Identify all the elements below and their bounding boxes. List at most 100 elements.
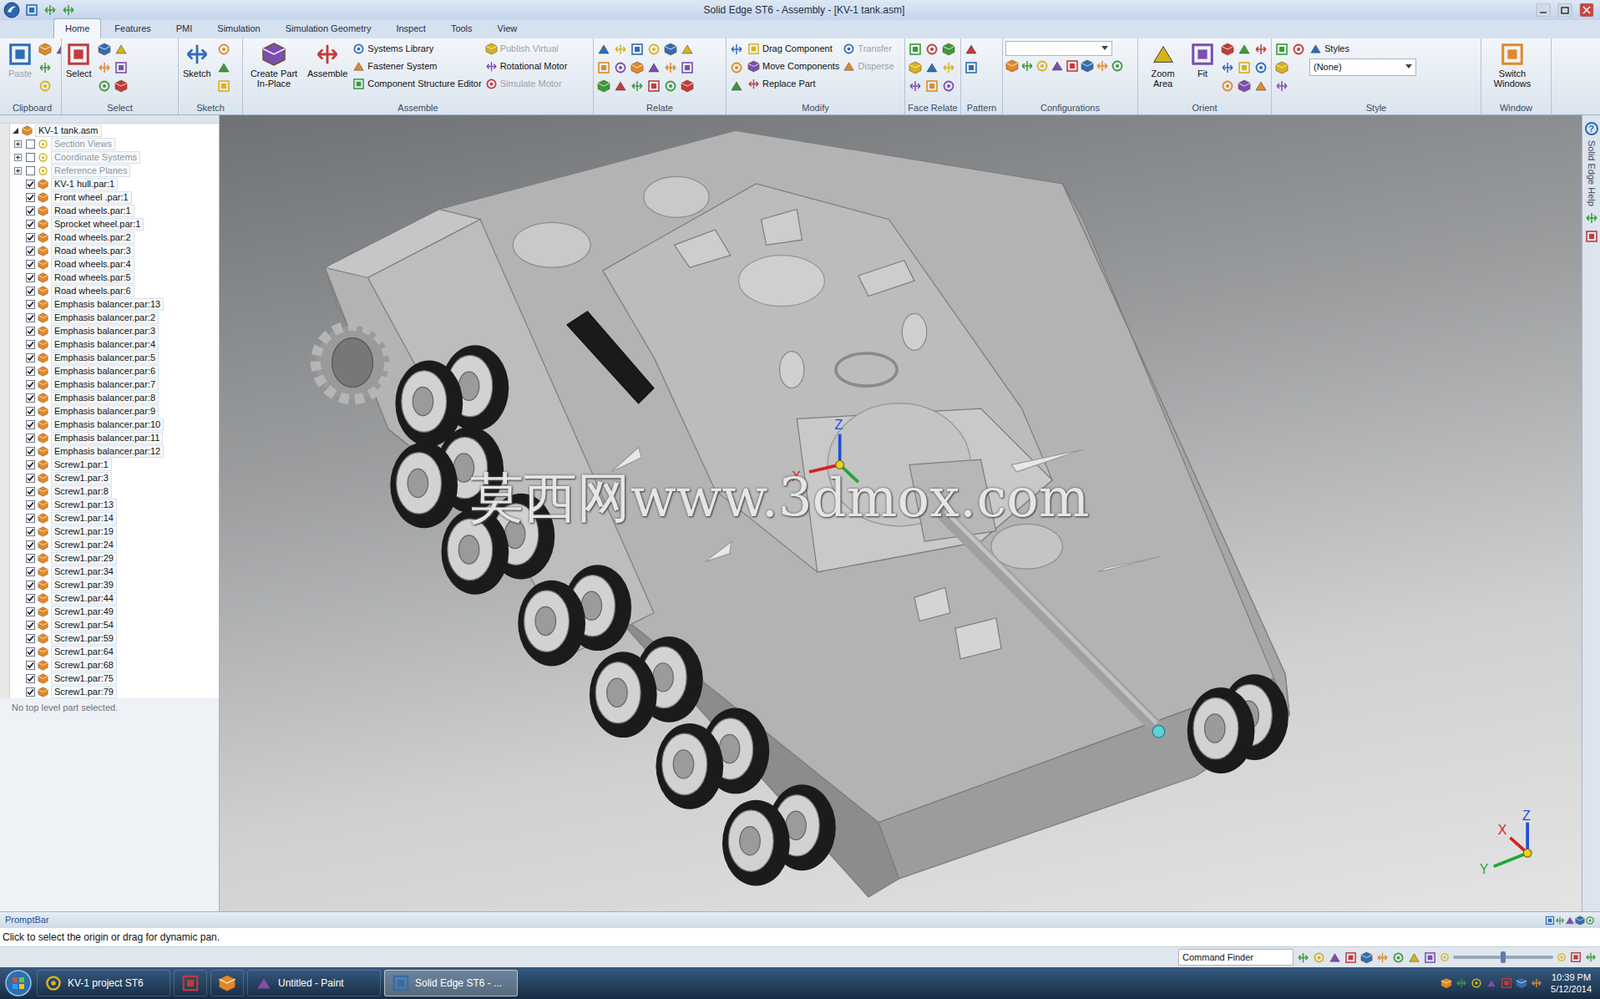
tree-part[interactable]: Emphasis balancer.par:13	[10, 297, 219, 311]
visibility-checkbox[interactable]	[25, 406, 36, 416]
tool-icon[interactable]	[663, 79, 678, 93]
visibility-checkbox[interactable]	[25, 286, 36, 296]
tree-part[interactable]: Screw1.par:54	[10, 617, 219, 632]
view-tool-icon[interactable]	[1407, 951, 1421, 964]
tool-icon[interactable]	[217, 42, 231, 56]
visibility-checkbox[interactable]	[25, 139, 36, 149]
ribbon-tab[interactable]: Simulation Geometry	[273, 18, 384, 40]
help-button[interactable]: ?	[1584, 121, 1599, 136]
visibility-checkbox[interactable]	[25, 433, 36, 443]
tool-icon[interactable]	[729, 60, 744, 75]
visibility-checkbox[interactable]	[25, 567, 36, 577]
ribbon-tab[interactable]: Tools	[439, 18, 485, 40]
zoom-thumb[interactable]	[1500, 951, 1506, 963]
tree-scrollbar[interactable]	[0, 123, 11, 699]
tool-icon[interactable]	[114, 42, 128, 56]
tree-part[interactable]: Emphasis balancer.par:5	[10, 350, 219, 365]
ribbon-button[interactable]: Component Structure Editor	[352, 75, 482, 92]
ribbon-button[interactable]: Systems Library	[352, 40, 482, 56]
taskbar-button[interactable]: Untitled - Paint	[247, 969, 381, 997]
view-tool-icon[interactable]	[1360, 951, 1373, 964]
tool-icon[interactable]	[941, 42, 956, 56]
zoom-out-icon[interactable]	[1439, 951, 1450, 963]
visibility-checkbox[interactable]	[25, 473, 36, 483]
promptbar-tool-icon[interactable]	[1574, 915, 1585, 926]
tool-icon[interactable]	[1275, 60, 1289, 75]
tree-part[interactable]: Emphasis balancer.par:4	[10, 337, 219, 351]
zoom-slider[interactable]	[1453, 955, 1554, 959]
ribbon-large-button[interactable]: Paste	[5, 40, 35, 80]
tool-icon[interactable]	[114, 60, 128, 75]
tool-icon[interactable]	[647, 79, 661, 93]
tool-icon[interactable]	[1020, 59, 1034, 73]
ribbon-tab[interactable]: PMI	[164, 18, 205, 40]
tree-part[interactable]: Screw1.par:68	[10, 658, 219, 672]
tree-part[interactable]: Screw1.par:59	[10, 631, 219, 645]
tray-icon[interactable]	[1530, 977, 1543, 989]
visibility-checkbox[interactable]	[25, 526, 36, 537]
visibility-checkbox[interactable]	[25, 486, 36, 497]
go-icon[interactable]	[1584, 951, 1597, 963]
visibility-checkbox[interactable]	[25, 326, 36, 336]
visibility-checkbox[interactable]	[25, 620, 36, 630]
tree-part[interactable]: Screw1.par:19	[10, 524, 219, 538]
expand-icon[interactable]	[14, 140, 22, 148]
visibility-checkbox[interactable]	[25, 179, 36, 189]
expand-icon[interactable]	[14, 153, 22, 162]
ribbon-button[interactable]: Transfer	[842, 40, 894, 56]
tool-icon[interactable]	[1237, 60, 1251, 75]
visibility-checkbox[interactable]	[25, 192, 36, 203]
taskbar-button[interactable]: Solid Edge ST6 - ...	[384, 969, 518, 997]
visibility-checkbox[interactable]	[25, 232, 36, 243]
tree-part[interactable]: Emphasis balancer.par:10	[10, 417, 219, 431]
tree-part[interactable]: Screw1.par:44	[10, 591, 219, 605]
tool-icon[interactable]	[114, 79, 128, 93]
tray-icon[interactable]	[1485, 977, 1498, 989]
ribbon-button[interactable]: Replace Part	[747, 75, 840, 92]
tool-icon[interactable]	[38, 60, 52, 75]
visibility-checkbox[interactable]	[25, 273, 36, 283]
tool-icon[interactable]	[1005, 59, 1019, 73]
tree-part[interactable]: Front wheel .par:1	[10, 190, 219, 204]
close-icon[interactable]	[1576, 3, 1597, 17]
tool-icon[interactable]	[97, 60, 112, 75]
visibility-checkbox[interactable]	[25, 206, 36, 216]
ribbon-large-button[interactable]: Sketch	[181, 40, 213, 80]
tool-icon[interactable]	[1220, 79, 1235, 93]
tool-icon[interactable]	[630, 79, 644, 93]
tool-icon[interactable]	[597, 42, 611, 56]
expander[interactable]	[11, 167, 24, 175]
tool-icon[interactable]	[1254, 60, 1268, 75]
tree-folder[interactable]: Section Views	[10, 136, 219, 151]
tray-icon[interactable]	[1500, 977, 1513, 989]
visibility-checkbox[interactable]	[25, 580, 36, 590]
tool-icon[interactable]	[925, 60, 939, 75]
visibility-checkbox[interactable]	[25, 166, 36, 176]
ribbon-large-button[interactable]: Create Part In-Place	[245, 40, 303, 90]
visibility-checkbox[interactable]	[25, 500, 36, 510]
tool-icon[interactable]	[97, 79, 112, 93]
visibility-checkbox[interactable]	[25, 353, 36, 363]
tool-icon[interactable]	[1220, 60, 1235, 75]
visibility-checkbox[interactable]	[25, 299, 36, 309]
tool-icon[interactable]	[1080, 59, 1094, 73]
tree-part[interactable]: Emphasis balancer.par:9	[10, 404, 219, 418]
visibility-checkbox[interactable]	[25, 660, 36, 670]
tree-part[interactable]: Emphasis balancer.par:12	[10, 444, 219, 458]
undo-icon[interactable]	[43, 3, 57, 17]
tree-part[interactable]: Emphasis balancer.par:7	[10, 377, 219, 391]
restore-icon[interactable]	[1554, 3, 1575, 17]
tool-icon[interactable]	[613, 79, 628, 93]
promptbar-tool-icon[interactable]	[1554, 915, 1565, 926]
visibility-checkbox[interactable]	[25, 553, 36, 563]
tree-part[interactable]: Sprocket wheel.par:1	[10, 217, 219, 231]
view-tool-icon[interactable]	[1423, 951, 1437, 964]
tool-icon[interactable]	[38, 42, 52, 56]
visibility-checkbox[interactable]	[25, 633, 36, 644]
ribbon-tab[interactable]: Inspect	[384, 18, 437, 40]
tool-icon[interactable]	[1065, 59, 1079, 73]
tool-icon[interactable]	[663, 60, 678, 75]
tree-part[interactable]: Emphasis balancer.par:11	[10, 430, 219, 445]
command-finder[interactable]: Command Finder	[1178, 948, 1294, 967]
save-icon[interactable]	[25, 3, 39, 17]
